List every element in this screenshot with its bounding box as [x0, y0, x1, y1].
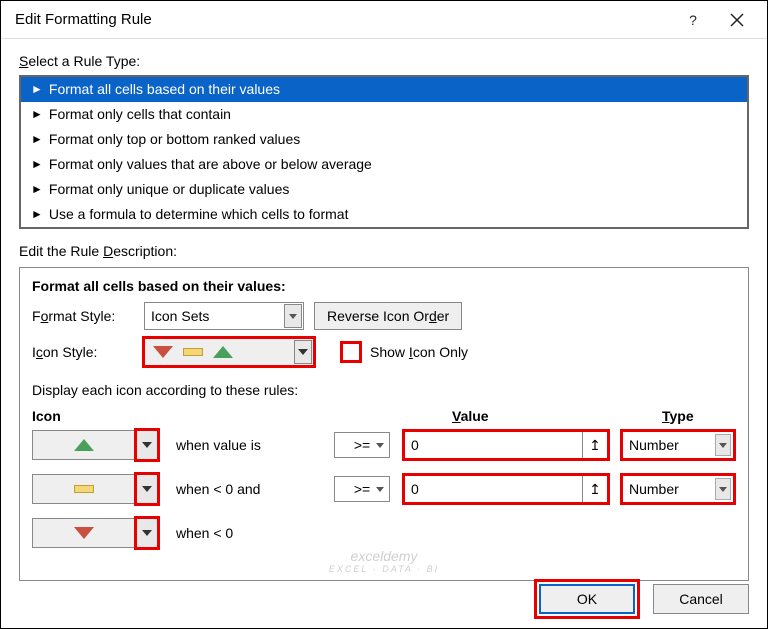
icon-rule-row: when value is >= 0 ↥ Number — [32, 430, 736, 460]
icon-select-dropdown[interactable] — [136, 430, 158, 460]
icon-rule-row: when < 0 and >= 0 ↥ Number — [32, 474, 736, 504]
icon-style-select[interactable] — [144, 338, 314, 366]
icon-select-dropdown[interactable] — [136, 518, 158, 548]
icon-rules-section: Display each icon according to these rul… — [32, 382, 736, 548]
edit-formatting-rule-dialog: Edit Formatting Rule ? Select a Rule Typ… — [0, 0, 768, 629]
when-text: when < 0 — [158, 525, 334, 541]
format-style-row: Format Style: Icon Sets Reverse Icon Ord… — [32, 302, 736, 330]
operator-select[interactable]: >= — [334, 476, 390, 502]
rule-type-item[interactable]: ►Format only values that are above or be… — [21, 152, 747, 177]
rule-type-item[interactable]: ►Format all cells based on their values — [21, 77, 747, 102]
close-icon — [730, 13, 744, 27]
bullet-icon: ► — [31, 207, 43, 221]
header-value: Value — [452, 408, 662, 424]
show-icon-only-label: Show Icon Only — [370, 344, 468, 360]
rule-type-item[interactable]: ►Format only unique or duplicate values — [21, 177, 747, 202]
value-input[interactable]: 0 — [404, 475, 582, 503]
triangle-down-icon — [153, 346, 173, 358]
titlebar: Edit Formatting Rule ? — [1, 1, 767, 39]
reverse-icon-order-button[interactable]: Reverse Icon Order — [314, 302, 462, 330]
type-select[interactable]: Number — [622, 431, 734, 459]
rule-type-item[interactable]: ►Format only cells that contain — [21, 102, 747, 127]
value-input-wrap: 0 ↥ — [404, 431, 608, 459]
show-icon-only-checkbox[interactable] — [342, 343, 360, 361]
close-button[interactable] — [715, 4, 759, 36]
dialog-footer: OK Cancel — [539, 584, 749, 614]
when-text: when value is — [158, 437, 334, 453]
icon-select[interactable] — [32, 474, 136, 504]
ok-button[interactable]: OK — [539, 584, 635, 614]
bullet-icon: ► — [31, 182, 43, 196]
when-text: when < 0 and — [158, 481, 334, 497]
triangle-up-icon — [74, 439, 94, 451]
dialog-content: Select a Rule Type: ►Format all cells ba… — [1, 39, 767, 599]
icon-select-dropdown[interactable] — [136, 474, 158, 504]
select-rule-type-label: Select a Rule Type: — [19, 53, 749, 69]
operator-select[interactable]: >= — [334, 432, 390, 458]
header-icon: Icon — [32, 408, 192, 424]
range-selector-button[interactable]: ↥ — [582, 431, 608, 459]
icon-select[interactable] — [32, 430, 136, 460]
chevron-down-icon — [284, 304, 302, 328]
bullet-icon: ► — [31, 82, 43, 96]
bullet-icon: ► — [31, 157, 43, 171]
display-rules-label: Display each icon according to these rul… — [32, 382, 736, 398]
dialog-title: Edit Formatting Rule — [15, 11, 671, 28]
chevron-down-icon — [294, 340, 312, 364]
triangle-down-icon — [74, 527, 94, 539]
icon-rule-row: when < 0 — [32, 518, 736, 548]
bullet-icon: ► — [31, 107, 43, 121]
rule-description-box: Format all cells based on their values: … — [19, 267, 749, 581]
chevron-down-icon — [715, 478, 731, 500]
rule-type-list[interactable]: ►Format all cells based on their values … — [19, 75, 749, 229]
icon-select[interactable] — [32, 518, 136, 548]
collapse-icon: ↥ — [589, 481, 601, 498]
value-input-wrap: 0 ↥ — [404, 475, 608, 503]
bar-icon — [74, 485, 94, 493]
chevron-down-icon — [715, 434, 731, 456]
cancel-button[interactable]: Cancel — [653, 584, 749, 614]
rule-type-item[interactable]: ►Use a formula to determine which cells … — [21, 202, 747, 227]
bar-icon — [183, 348, 203, 356]
range-selector-button[interactable]: ↥ — [582, 475, 608, 503]
bullet-icon: ► — [31, 132, 43, 146]
value-input[interactable]: 0 — [404, 431, 582, 459]
type-select[interactable]: Number — [622, 475, 734, 503]
collapse-icon: ↥ — [589, 437, 601, 454]
icon-style-row: Icon Style: Show Icon Only — [32, 338, 736, 366]
format-style-select[interactable]: Icon Sets — [144, 302, 304, 330]
format-header: Format all cells based on their values: — [32, 278, 736, 294]
triangle-up-icon — [213, 346, 233, 358]
rule-type-item[interactable]: ►Format only top or bottom ranked values — [21, 127, 747, 152]
header-type: Type — [662, 408, 694, 424]
edit-description-label: Edit the Rule Description: — [19, 243, 749, 259]
help-button[interactable]: ? — [671, 4, 715, 36]
